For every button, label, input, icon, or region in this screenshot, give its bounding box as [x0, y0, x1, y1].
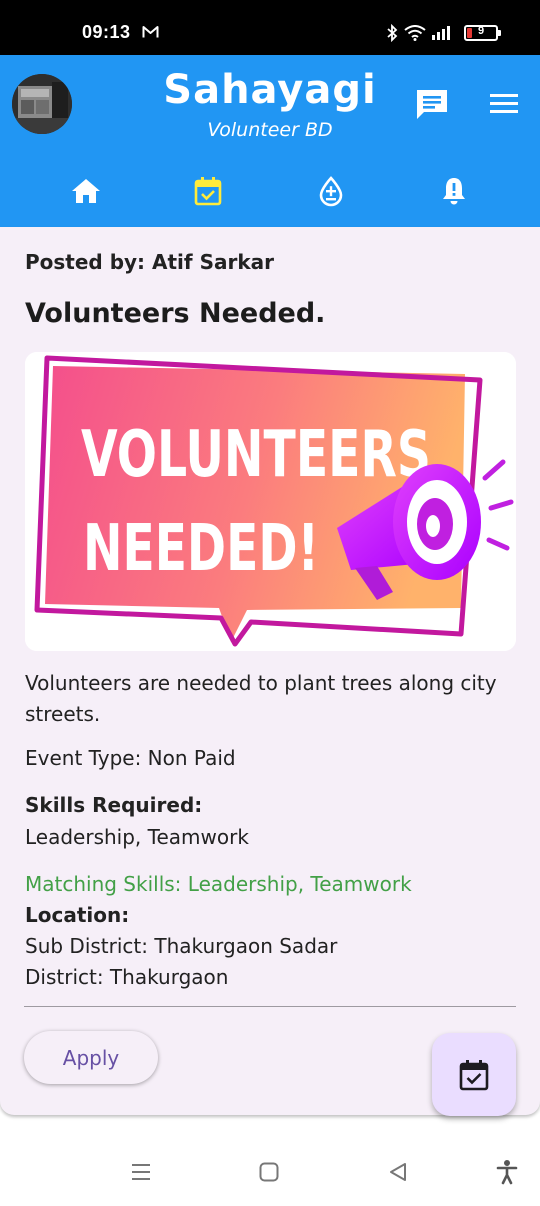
- chat-icon: [417, 90, 447, 119]
- skills-required-value: Leadership, Teamwork: [25, 825, 249, 849]
- location-district: District: Thakurgaon: [25, 965, 229, 989]
- wifi-icon: [404, 25, 426, 41]
- gmail-icon: [142, 26, 159, 38]
- matching-skills: Matching Skills: Leadership, Teamwork: [25, 872, 412, 896]
- back-button[interactable]: [383, 1157, 413, 1187]
- calendar-fab[interactable]: [432, 1033, 516, 1116]
- post-description: Volunteers are needed to plant trees alo…: [25, 671, 497, 726]
- app-header: Sahayagi Volunteer BD: [0, 55, 540, 227]
- signal-icon: [432, 26, 450, 40]
- skills-required-label: Skills Required:: [25, 793, 203, 817]
- event-type: Event Type: Non Paid: [25, 746, 236, 770]
- recents-icon: [132, 1164, 150, 1180]
- system-navigation-bar: [0, 1139, 540, 1206]
- battery-level: 9: [477, 25, 485, 37]
- tab-home[interactable]: [66, 171, 106, 211]
- home-icon: [72, 179, 100, 203]
- accessibility-icon: [496, 1160, 518, 1185]
- location-label: Location:: [25, 903, 130, 927]
- back-triangle-icon: [390, 1163, 406, 1181]
- status-bar: 09:13 9: [0, 0, 540, 55]
- home-system-button[interactable]: [254, 1157, 284, 1187]
- image-text-line2: NEEDED!: [83, 512, 319, 586]
- tab-events[interactable]: [188, 171, 228, 211]
- content-area: Posted by: Atif Sarkar Volunteers Needed…: [0, 227, 540, 1139]
- menu-icon: [490, 94, 518, 113]
- divider: [24, 1006, 516, 1007]
- alert-bell-icon: [443, 178, 465, 205]
- battery-icon: 9: [464, 25, 501, 41]
- blood-drop-icon: [319, 176, 343, 207]
- post-title: Volunteers Needed.: [25, 298, 326, 329]
- tab-blood[interactable]: [311, 171, 351, 211]
- home-square-icon: [259, 1162, 279, 1182]
- event-available-icon: [459, 1059, 489, 1090]
- calendar-check-icon: [194, 177, 222, 206]
- status-time: 09:13: [82, 22, 131, 42]
- recents-button[interactable]: [126, 1157, 156, 1187]
- image-text-line1: VOLUNTEERS: [81, 418, 431, 492]
- tab-bar: [0, 167, 540, 213]
- app-title: Sahayagi: [163, 67, 377, 113]
- apply-button[interactable]: Apply: [24, 1031, 158, 1084]
- chat-button[interactable]: [414, 87, 450, 123]
- post-image: VOLUNTEERS NEEDED!: [25, 352, 516, 651]
- posted-by: Posted by: Atif Sarkar: [25, 250, 275, 274]
- app-subtitle: Volunteer BD: [207, 119, 333, 141]
- tab-alerts[interactable]: [434, 171, 474, 211]
- bluetooth-icon: [387, 24, 398, 42]
- menu-button[interactable]: [486, 89, 522, 119]
- status-icons: 9: [386, 24, 501, 42]
- location-sub-district: Sub District: Thakurgaon Sadar: [25, 934, 338, 958]
- accessibility-button[interactable]: [492, 1157, 522, 1187]
- post-card: Posted by: Atif Sarkar Volunteers Needed…: [0, 227, 540, 1115]
